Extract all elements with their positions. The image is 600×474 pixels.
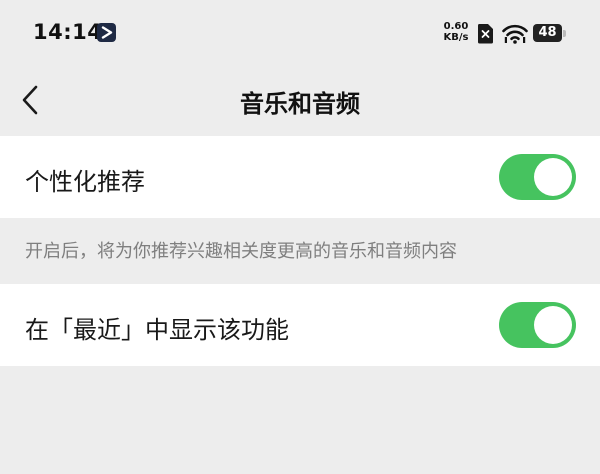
hint-area: 开启后，将为你推荐兴趣相关度更高的音乐和音频内容 xyxy=(0,218,600,284)
show-in-recent-toggle[interactable] xyxy=(499,302,576,348)
network-speed-value: 0.60 xyxy=(443,21,469,32)
nav-bar: 音乐和音频 xyxy=(0,62,600,136)
show-in-recent-label: 在「最近」中显示该功能 xyxy=(25,316,289,344)
play-icon xyxy=(97,23,116,42)
no-sim-icon xyxy=(477,23,494,44)
status-time: 14:14 xyxy=(33,20,103,44)
network-speed-unit: KB/s xyxy=(443,32,469,43)
personalized-recommendation-label: 个性化推荐 xyxy=(25,168,145,196)
toggle-knob xyxy=(534,158,572,196)
personalized-recommendation-toggle[interactable] xyxy=(499,154,576,200)
battery-icon: 48 xyxy=(533,24,562,42)
network-speed: 0.60 KB/s xyxy=(440,21,472,43)
personalized-hint-text: 开启后，将为你推荐兴趣相关度更高的音乐和音频内容 xyxy=(25,241,457,262)
status-bar: 14:14 0.60 KB/s 48 xyxy=(0,0,600,62)
page-title: 音乐和音频 xyxy=(240,90,360,118)
wifi-icon xyxy=(502,24,528,44)
personalized-recommendation-row: 个性化推荐 xyxy=(0,136,600,218)
battery-cap xyxy=(563,30,566,37)
show-in-recent-row: 在「最近」中显示该功能 xyxy=(0,284,600,366)
toggle-knob xyxy=(534,306,572,344)
battery-level: 48 xyxy=(538,25,557,40)
